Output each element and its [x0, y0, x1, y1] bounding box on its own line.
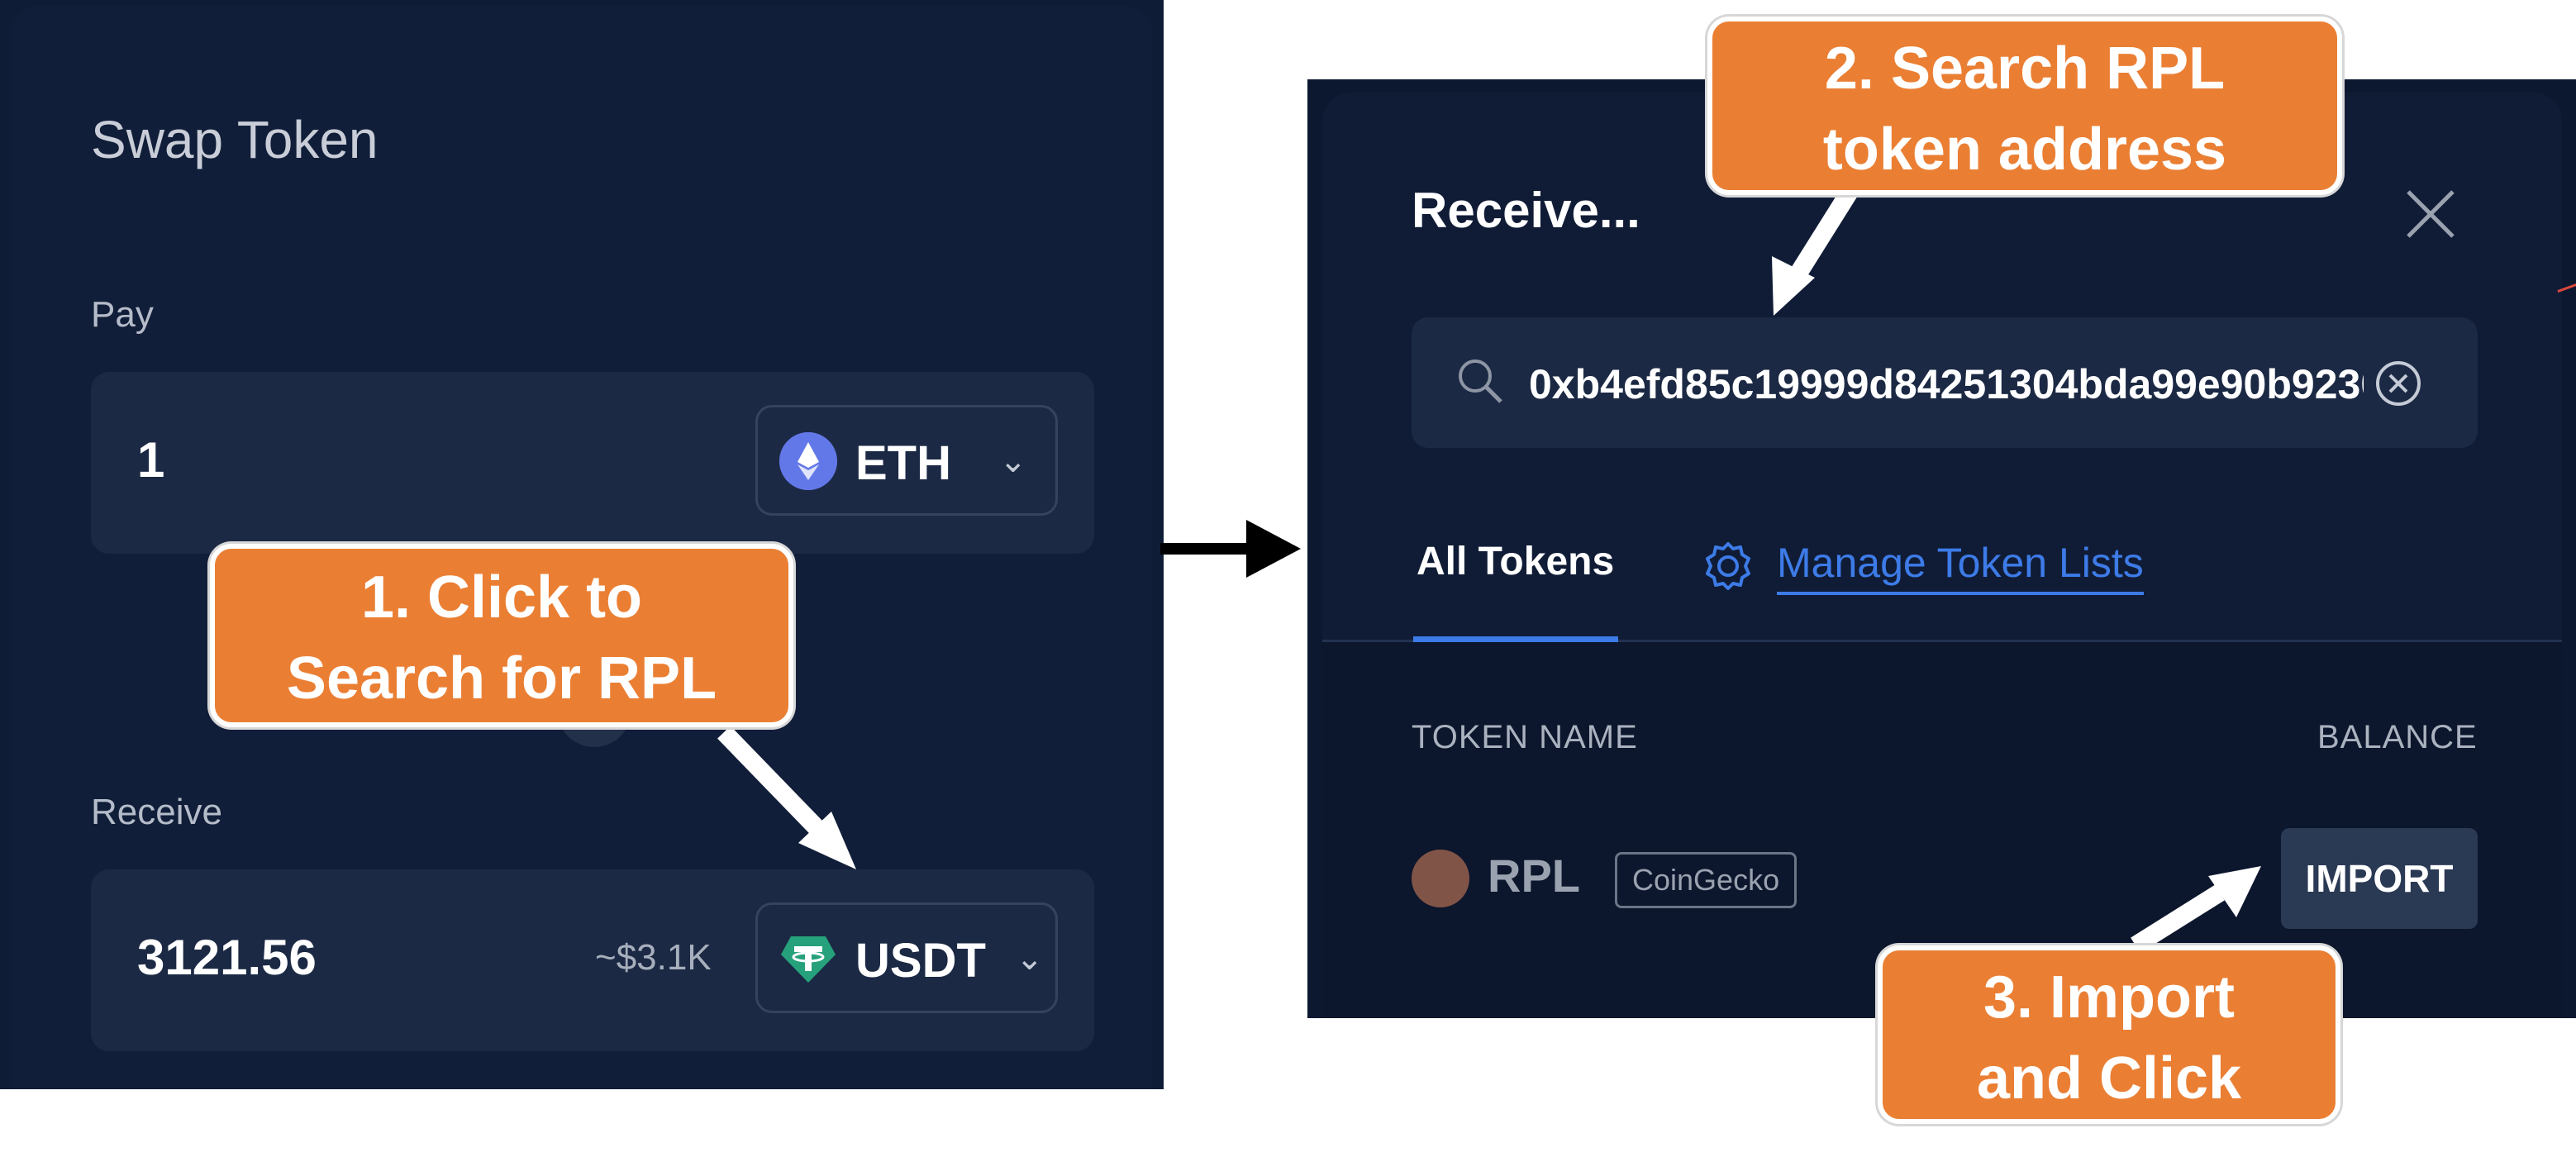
receive-label: Receive — [91, 792, 222, 832]
pay-token-select[interactable]: ETH ⌄ — [755, 405, 1058, 516]
callout-step-3-line-2: and Click — [1976, 1045, 2242, 1112]
token-search-field[interactable]: 0xb4efd85c19999d84251304bda99e90b92300bd… — [1412, 317, 2478, 448]
pay-token-symbol: ETH — [855, 436, 951, 490]
receive-token-symbol: USDT — [855, 934, 986, 988]
import-button[interactable]: IMPORT — [2281, 828, 2478, 929]
active-tab-indicator — [1413, 636, 1618, 642]
tab-all-tokens[interactable]: All Tokens — [1417, 539, 1614, 584]
callout-step-2: 2. Search RPL token address — [1707, 17, 2342, 195]
clear-icon[interactable] — [2374, 359, 2423, 408]
token-search-input[interactable]: 0xb4efd85c19999d84251304bda99e90b92300bd… — [1529, 360, 2364, 408]
rpl-token-icon — [1412, 850, 1469, 907]
callout-step-1-line-2: Search for RPL — [286, 645, 717, 712]
callout-step-2-line-2: token address — [1822, 117, 2227, 183]
receive-usd-estimate: ~$3.1K — [595, 937, 712, 978]
callout-step-3: 3. Import and Click — [1878, 945, 2340, 1124]
column-token-name: TOKEN NAME — [1412, 719, 1638, 755]
search-icon — [1459, 359, 1502, 403]
manage-token-lists-link[interactable]: Manage Token Lists — [1777, 539, 2144, 595]
callout-step-1: 1. Click to Search for RPL — [210, 544, 793, 727]
pay-field[interactable]: 1 ETH ⌄ — [91, 372, 1094, 554]
callout-step-2-line-1: 2. Search RPL — [1824, 36, 2226, 102]
chevron-down-icon: ⌄ — [1016, 940, 1044, 977]
close-icon[interactable] — [2402, 185, 2459, 243]
column-balance: BALANCE — [2317, 719, 2478, 755]
token-symbol: RPL — [1488, 850, 1580, 902]
receive-modal-screenshot: Receive... 0xb4efd85c19999d84251304bda99… — [1307, 79, 2576, 1018]
pay-label: Pay — [91, 294, 154, 335]
source-badge: CoinGecko — [1615, 852, 1797, 908]
flow-arrow — [1160, 520, 1301, 578]
pay-amount[interactable]: 1 — [137, 431, 164, 488]
callout-step-1-line-1: 1. Click to — [360, 564, 643, 631]
usdt-icon — [781, 936, 836, 983]
callout-step-3-line-1: 3. Import — [1983, 964, 2236, 1031]
eth-icon — [779, 432, 837, 490]
modal-title: Receive... — [1412, 183, 1640, 238]
receive-field[interactable]: 3121.56 ~$3.1K USDT ⌄ — [91, 869, 1094, 1051]
gear-icon[interactable] — [1701, 539, 1755, 593]
receive-token-select[interactable]: USDT ⌄ — [755, 902, 1058, 1013]
swap-title: Swap Token — [91, 110, 379, 169]
chevron-down-icon: ⌄ — [999, 443, 1027, 479]
receive-amount: 3121.56 — [137, 930, 317, 985]
receive-modal: Receive... 0xb4efd85c19999d84251304bda99… — [1322, 93, 2562, 1018]
